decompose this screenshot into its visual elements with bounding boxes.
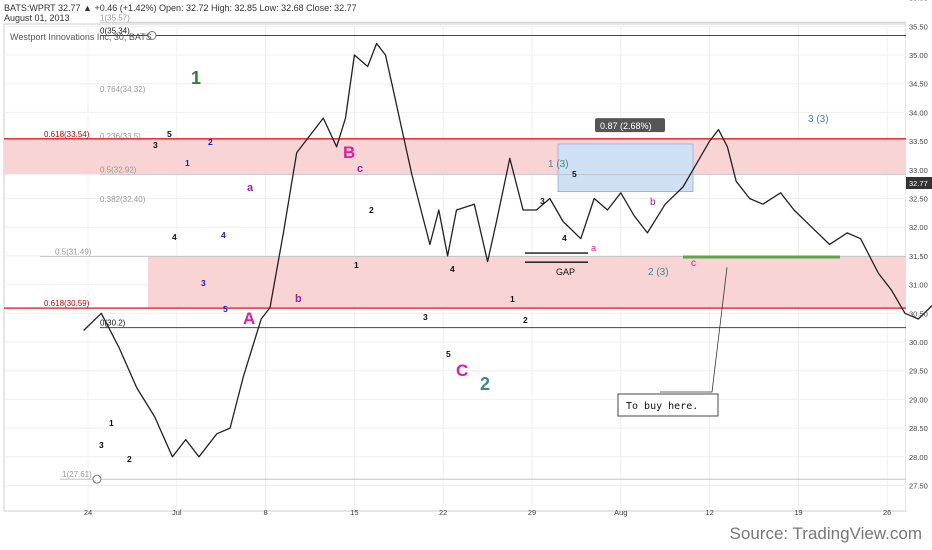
y-tick-label: 34.00	[909, 108, 928, 117]
y-tick-label: 31.50	[909, 252, 928, 261]
y-tick-label: 29.00	[909, 395, 928, 404]
callout-text: To buy here.	[626, 401, 698, 412]
y-tick-label: 33.50	[909, 137, 928, 146]
y-tick-label: 31.00	[909, 281, 928, 290]
x-tick-label: 29	[528, 508, 536, 517]
y-tick-label: 33.00	[909, 166, 928, 175]
target-box	[557, 143, 694, 193]
y-tick-label: 36.00	[909, 0, 928, 3]
anchor-circle	[92, 474, 102, 484]
wave-label: b	[650, 197, 656, 208]
wave-label: 2 (3)	[648, 267, 669, 278]
x-tick-label: 26	[883, 508, 891, 517]
fib-level-label: 0.236(33.5)	[100, 132, 141, 141]
wave-minor-label: 3	[423, 312, 428, 322]
wave-label: a	[247, 182, 254, 194]
wave-minor-label: 3	[153, 140, 158, 150]
x-tick-label: Aug	[614, 508, 627, 517]
fib-level-label: 1(35.57)	[100, 13, 130, 22]
wave-label: 3 (3)	[808, 114, 829, 125]
last-price-label: 32.77	[909, 179, 928, 188]
wave-label: 1	[191, 68, 201, 88]
wave-label: a	[591, 243, 596, 253]
wave-minor-label: 5	[446, 349, 451, 359]
wave-label: 2	[480, 374, 490, 394]
source-credit: Source: TradingView.com	[729, 524, 922, 543]
y-tick-label: 27.50	[909, 482, 928, 491]
x-tick-label: Jul	[172, 508, 182, 517]
wave-minor-label: 2	[523, 315, 528, 325]
x-tick-label: 8	[264, 508, 268, 517]
y-tick-label: 30.50	[909, 309, 928, 318]
red-band-lower	[148, 256, 906, 309]
fib-level-label: 0(30.2)	[100, 319, 126, 328]
y-tick-label: 34.50	[909, 80, 928, 89]
y-tick-label: 28.50	[909, 424, 928, 433]
red-band-upper	[4, 138, 906, 175]
y-tick-label: 35.50	[909, 22, 928, 31]
chart-title: Westport Innovations Inc, 30, BATS	[10, 32, 152, 42]
y-tick-label: 30.00	[909, 338, 928, 347]
wave-label: A	[243, 309, 255, 328]
wave-minor-label: 1	[185, 158, 190, 168]
header-date: August 01, 2013	[4, 13, 70, 23]
x-tick-label: 24	[84, 508, 92, 517]
wave-minor-label: 1	[510, 294, 515, 304]
fib-level-label: 0.382(32.40)	[100, 195, 146, 204]
wave-minor-label: 3	[99, 440, 104, 450]
x-tick-label: 15	[350, 508, 358, 517]
wave-minor-label: 4	[172, 232, 177, 242]
wave-label: 1 (3)	[548, 159, 569, 170]
y-tick-label: 32.00	[909, 223, 928, 232]
wave-minor-label: 2	[208, 137, 213, 147]
x-tick-label: 19	[794, 508, 802, 517]
wave-minor-label: 4	[221, 230, 226, 240]
wave-label: c	[691, 258, 696, 269]
x-tick-label: 22	[439, 508, 447, 517]
y-tick-label: 28.00	[909, 453, 928, 462]
price-axis-area	[906, 24, 932, 511]
price-chart[interactable]: 1(35.57)0(35.34)0.764(34.32)0.236(33.5)0…	[0, 0, 932, 550]
fib-level-label: 1(27.61)	[62, 470, 92, 479]
wave-minor-label: 2	[369, 205, 374, 215]
wave-minor-label: 4	[562, 233, 567, 243]
fib-level-label: 0.5(31.49)	[55, 247, 92, 256]
measure-label: 0.87 (2.68%)	[600, 121, 652, 131]
wave-minor-label: 2	[127, 454, 132, 464]
fib-level-label: 0.618(33.54)	[44, 130, 90, 139]
fib-level-label: 0.618(30.59)	[44, 299, 90, 308]
y-tick-label: 35.00	[909, 51, 928, 60]
y-tick-label: 32.50	[909, 195, 928, 204]
fib-level-label: 0.5(32.92)	[100, 165, 137, 174]
wave-minor-label: 3	[201, 278, 206, 288]
wave-minor-label: 1	[354, 260, 359, 270]
header-quote: BATS:WPRT 32.77 ▲ +0.46 (+1.42%) Open: 3…	[4, 3, 357, 13]
wave-minor-label: 1	[109, 418, 114, 428]
wave-label: c	[357, 163, 363, 175]
gap-label: GAP	[556, 267, 575, 277]
wave-label: B	[343, 143, 355, 162]
y-tick-label: 29.50	[909, 367, 928, 376]
x-tick-label: 12	[705, 508, 713, 517]
wave-minor-label: 5	[223, 304, 228, 314]
wave-minor-label: 3	[540, 196, 545, 206]
wave-minor-label: 5	[572, 169, 577, 179]
fib-level-label: 0.764(34.32)	[100, 85, 146, 94]
wave-minor-label: 5	[167, 129, 172, 139]
wave-label: C	[456, 361, 468, 380]
wave-label: b	[295, 293, 302, 305]
wave-minor-label: 4	[450, 264, 455, 274]
